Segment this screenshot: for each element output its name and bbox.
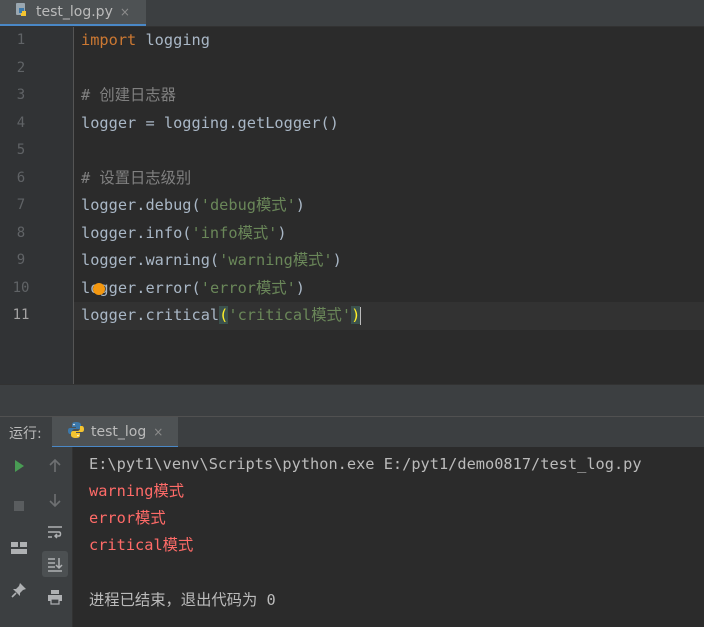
soft-wrap-icon[interactable] [42,519,68,545]
code-line-9: logger.warning('warning模式') [81,247,342,275]
matched-paren: ( [219,306,229,324]
run-tab-label: test_log [91,423,147,440]
line-number: 9 [16,252,26,268]
code-text: logger.debug( [81,196,201,214]
line-number: 6 [16,169,26,186]
code-line-8: logger.info('info模式') [81,220,287,248]
console-stderr-line: error模式 [89,509,166,527]
string-literal: 'critical模式' [228,306,352,324]
console-exit-message: 进程已结束，退出代码为 0 [89,591,276,609]
run-toolbar-left [0,447,39,627]
code-line-7: logger.debug('debug模式') [81,192,305,220]
editor-tab-label: test_log.py [36,4,113,20]
print-icon[interactable] [42,584,68,610]
line-number: 3 [16,87,26,103]
layout-icon[interactable] [6,535,32,561]
close-tab-icon[interactable]: × [120,5,130,19]
code-line-10: logger.error('error模式') [81,275,305,303]
line-number: 8 [16,224,26,241]
panel-divider[interactable] [0,384,704,417]
line-number: 5 [16,142,26,158]
line-number-gutter[interactable]: 1 2 3 4 5 6 7 8 9 10 11 [0,27,74,384]
code-line-3-comment: # 创建日志器 [81,86,176,104]
string-literal: 'debug模式' [200,196,296,214]
line-number: 2 [16,59,26,76]
console-stderr-line: warning模式 [89,482,185,500]
string-literal: 'info模式' [191,223,278,242]
run-console[interactable]: E:\pyt1\venv\Scripts\python.exe E:/pyt1/… [0,447,704,627]
code-text: ) [277,223,287,242]
line-number: 1 [16,32,26,48]
run-panel-title: 运行: [9,426,42,442]
intention-bulb-icon[interactable] [93,283,105,295]
matched-paren: ) [351,306,361,324]
code-line-1: import logging [81,27,210,55]
python-icon [67,421,85,443]
code-text: ) [295,196,306,214]
editor-tab-test-log[interactable]: test_log.py × [0,0,146,26]
console-stderr-line: critical模式 [89,536,194,554]
code-line-4: logger = logging.getLogger() [81,113,339,132]
string-literal: 'error模式' [200,278,296,297]
code-text: ) [332,251,342,269]
text-caret [360,306,362,325]
run-tab-test-log[interactable]: test_log × [52,417,178,448]
run-icon[interactable] [6,453,32,479]
code-text: logger.critical [81,306,220,324]
run-toolbar-right [38,447,73,627]
line-number-current: 11 [12,307,30,323]
close-tab-icon[interactable]: × [153,425,163,439]
code-editor[interactable]: 1 2 3 4 5 6 7 8 9 10 11 import logging #… [0,27,704,384]
code-text: ) [295,278,306,297]
code-text: logging [136,31,210,49]
run-panel-header: 运行: test_log × [0,416,704,448]
arrow-up-icon[interactable] [42,453,68,479]
line-number: 4 [16,114,26,131]
editor-tab-bar: test_log.py × [0,0,704,27]
scroll-to-end-icon[interactable] [42,551,68,577]
code-text: logger.info( [81,223,192,242]
code-text: logger.warning( [81,251,220,269]
code-line-11: logger.critical('critical模式') [81,302,362,330]
python-file-icon [14,2,30,22]
code-line-6-comment: # 设置日志级别 [81,168,192,187]
stop-icon[interactable] [6,493,32,519]
line-number: 7 [16,197,26,213]
pin-icon[interactable] [6,577,32,603]
console-command-line: E:\pyt1\venv\Scripts\python.exe E:/pyt1/… [89,455,642,473]
line-number: 10 [12,279,30,296]
keyword-import: import [81,31,137,49]
arrow-down-icon[interactable] [42,487,68,513]
string-literal: 'warning模式' [219,251,333,269]
